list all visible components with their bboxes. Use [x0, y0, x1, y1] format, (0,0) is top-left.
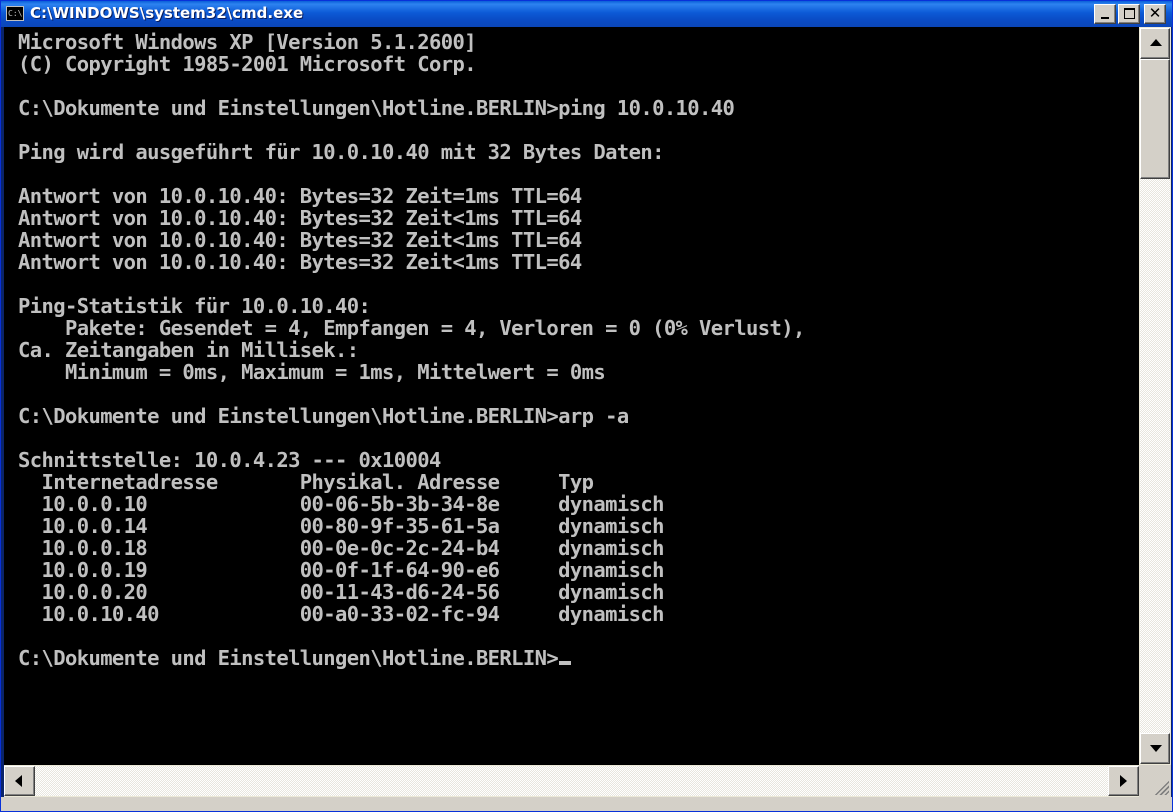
cmd-app-icon-text: C:\ [8, 9, 23, 18]
console-line: Pakete: Gesendet = 4, Empfangen = 4, Ver… [18, 316, 805, 340]
window-title: C:\WINDOWS\system32\cmd.exe [30, 4, 304, 22]
scroll-up-button[interactable] [1140, 28, 1170, 59]
console-line: (C) Copyright 1985-2001 Microsoft Corp. [18, 52, 477, 76]
text-cursor [559, 661, 572, 665]
console-prompt: C:\Dokumente und Einstellungen\Hotline.B… [18, 646, 559, 670]
console-line: Schnittstelle: 10.0.4.23 --- 0x10004 [18, 448, 441, 472]
console-line: Antwort von 10.0.10.40: Bytes=32 Zeit<1m… [18, 228, 582, 252]
console-output[interactable]: Microsoft Windows XP [Version 5.1.2600] … [4, 27, 1139, 765]
horizontal-scroll-track[interactable] [35, 766, 1108, 796]
cmd-app-icon[interactable]: C:\ [6, 6, 24, 21]
console-line: 10.0.0.14 00-80-9f-35-61-5a dynamisch [18, 514, 664, 538]
console-line: Ping wird ausgeführt für 10.0.10.40 mit … [18, 140, 664, 164]
resize-grip-icon [1153, 779, 1169, 795]
console-line: Antwort von 10.0.10.40: Bytes=32 Zeit<1m… [18, 250, 582, 274]
close-icon: ✕ [1148, 4, 1162, 22]
console-line: Antwort von 10.0.10.40: Bytes=32 Zeit<1m… [18, 206, 582, 230]
cmd-window: C:\ C:\WINDOWS\system32\cmd.exe ✕ Micros… [0, 0, 1173, 812]
scroll-right-button[interactable] [1108, 766, 1139, 796]
console-line: 10.0.10.40 00-a0-33-02-fc-94 dynamisch [18, 602, 664, 626]
console-line: C:\Dokumente und Einstellungen\Hotline.B… [18, 96, 735, 120]
arrow-right-icon [1120, 775, 1127, 787]
horizontal-scrollbar[interactable] [4, 765, 1139, 797]
console-line: Ca. Zeitangaben in Millisek.: [18, 338, 359, 362]
console-line: Microsoft Windows XP [Version 5.1.2600] [18, 30, 477, 54]
close-button[interactable]: ✕ [1144, 4, 1166, 24]
console-line: Internetadresse Physikal. Adresse Typ [18, 470, 594, 494]
arrow-down-icon [1150, 745, 1162, 752]
console-line: C:\Dokumente und Einstellungen\Hotline.B… [18, 404, 629, 428]
maximize-button[interactable] [1118, 4, 1140, 24]
arrow-left-icon [15, 775, 22, 787]
console-prompt-line[interactable]: C:\Dokumente und Einstellungen\Hotline.B… [18, 646, 572, 670]
vertical-scroll-track[interactable] [1140, 179, 1170, 733]
console-line: 10.0.0.18 00-0e-0c-2c-24-b4 dynamisch [18, 536, 664, 560]
title-bar[interactable]: C:\ C:\WINDOWS\system32\cmd.exe ✕ [1, 1, 1172, 27]
scroll-left-button[interactable] [4, 766, 35, 796]
console-line: 10.0.0.10 00-06-5b-3b-34-8e dynamisch [18, 492, 664, 516]
window-bottom-border [1, 797, 1172, 811]
console-line: Minimum = 0ms, Maximum = 1ms, Mittelwert… [18, 360, 606, 384]
console-line: 10.0.0.20 00-11-43-d6-24-56 dynamisch [18, 580, 664, 604]
vertical-scrollbar[interactable] [1139, 27, 1171, 765]
scroll-down-button[interactable] [1140, 733, 1170, 764]
console-line: Ping-Statistik für 10.0.10.40: [18, 294, 371, 318]
arrow-up-icon [1150, 39, 1162, 46]
minimize-button[interactable] [1094, 4, 1116, 24]
console-line: Antwort von 10.0.10.40: Bytes=32 Zeit=1m… [18, 184, 582, 208]
console-line: 10.0.0.19 00-0f-1f-64-90-e6 dynamisch [18, 558, 664, 582]
vertical-scroll-thumb[interactable] [1140, 59, 1170, 179]
size-grip[interactable] [1139, 765, 1171, 797]
